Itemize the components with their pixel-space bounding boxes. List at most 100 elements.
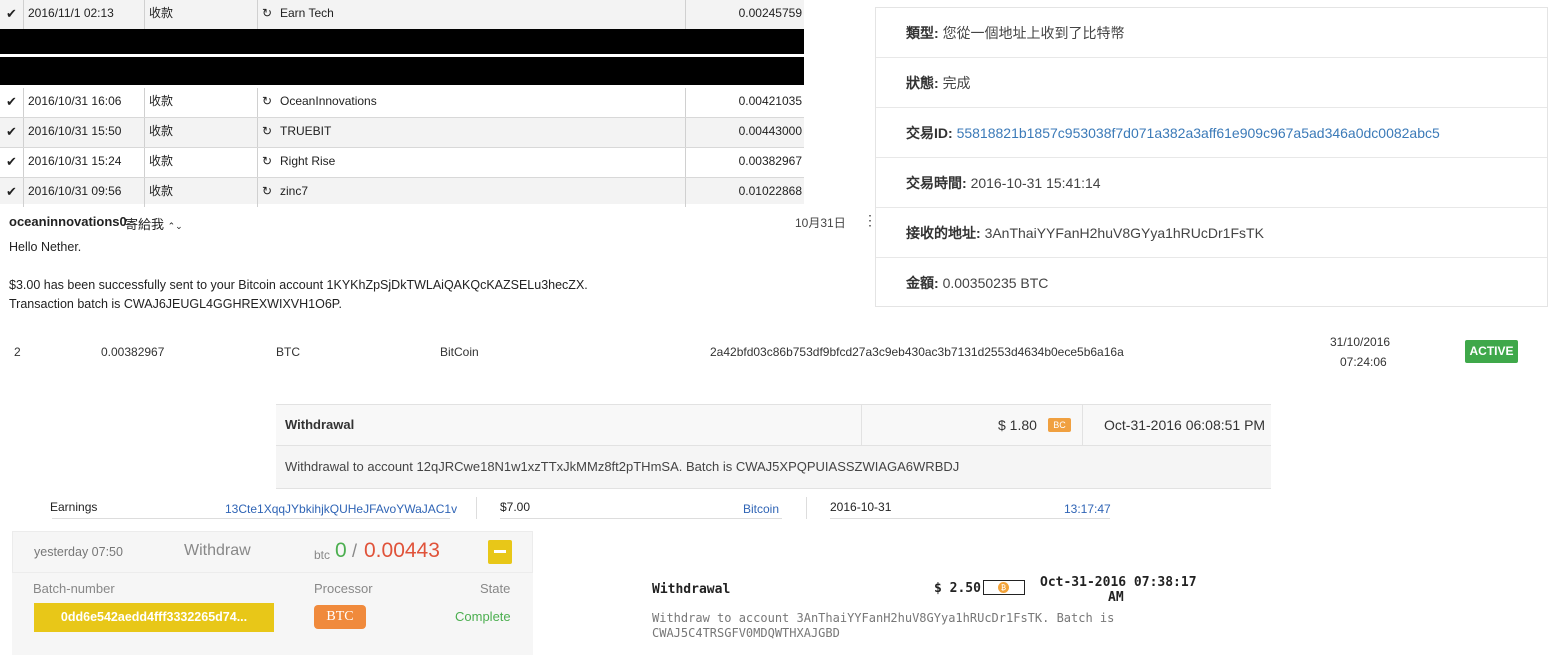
earnings-amount: $7.00 — [500, 500, 531, 514]
deposit-hash: 2a42bfd03c86b753df9bfcd27a3c9eb430ac3b71… — [710, 345, 1124, 359]
tx-date: 2016/10/31 09:56 — [24, 178, 145, 207]
detail-time: 交易時間: 2016-10-31 15:41:14 — [876, 158, 1547, 208]
earnings-method-link[interactable]: Bitcoin — [743, 502, 779, 516]
detail-value: 完成 — [942, 75, 971, 91]
withdrawal-panel: Withdrawal $ 2.50 ₿ Oct-31-2016 07:38:17… — [652, 574, 1212, 654]
deposit-date: 31/10/2016 — [1330, 335, 1391, 349]
tx-type: 收款 — [145, 88, 258, 117]
collapse-button[interactable] — [488, 540, 512, 564]
tx-amount: 0.00443000 — [738, 124, 802, 138]
return-arrow-icon: ↻ — [262, 6, 273, 20]
return-arrow-icon: ↻ — [262, 94, 273, 108]
bitcoin-icon: ₿ — [998, 582, 1009, 593]
earnings-date: 2016-10-31 — [830, 500, 892, 514]
more-options-icon[interactable]: ⋮ — [863, 212, 877, 229]
amount-separator: / — [352, 541, 358, 561]
detail-status: 狀態: 完成 — [876, 58, 1547, 108]
batch-number-field[interactable]: 0dd6e542aedd4fff3332265d74... — [34, 603, 274, 632]
divider — [476, 497, 477, 519]
detail-txid: 交易ID: 55818821b1857c953038f7d071a382a3af… — [876, 108, 1547, 158]
detail-amount: 金額: 0.00350235 BTC — [876, 258, 1547, 308]
email-sender[interactable]: oceaninnovations0 — [9, 214, 127, 229]
processor-badge: BTC — [314, 605, 366, 629]
detail-label: 狀態: — [906, 75, 939, 91]
withdraw-widget-body: Batch-number Processor State 0dd6e542aed… — [12, 573, 533, 655]
tx-date: 2016/10/31 15:50 — [24, 118, 145, 147]
table-row[interactable]: ✔ 2016/10/31 16:06 收款 ↻ OceanInnovations … — [0, 88, 804, 118]
batch-header: Batch-number — [33, 581, 115, 596]
email-recipient-label[interactable]: 寄給我 ⌃⌄ — [125, 214, 183, 233]
withdrawal-description: CWAJ5C4TRSGFV0MDQWTHXAJGBD — [652, 626, 840, 640]
checkmark-icon: ✔ — [0, 148, 24, 177]
withdrawal-amount: $ 2.50 — [934, 581, 981, 596]
detail-address: 接收的地址: 3AnThaiYYFanH2huV8GYya1hRUcDr1FsT… — [876, 208, 1547, 258]
tx-name-cell: ↻ Right Rise — [258, 148, 686, 177]
email-message: oceaninnovations0 寄給我 ⌃⌄ 10月31日 ⋮ Hello … — [9, 208, 877, 318]
bitcoin-badge: BC — [1048, 418, 1071, 432]
email-body-line: $3.00 has been successfully sent to your… — [9, 278, 588, 292]
redaction-bar — [0, 57, 804, 85]
detail-label: 交易ID: — [906, 125, 953, 141]
detail-value: 3AnThaiYYFanH2huV8GYya1hRUcDr1FsTK — [984, 225, 1264, 241]
earnings-label: Earnings — [50, 500, 98, 514]
detail-type: 類型: 您從一個地址上收到了比特幣 — [876, 8, 1547, 58]
txid-link[interactable]: 55818821b1857c953038f7d071a382a3aff61e90… — [957, 125, 1440, 141]
detail-label: 類型: — [906, 25, 939, 41]
earnings-time: 13:17:47 — [1064, 502, 1111, 516]
divider — [52, 518, 450, 519]
detail-value: 2016-10-31 15:41:14 — [970, 175, 1101, 191]
tx-amount: 0.01022868 — [738, 184, 802, 198]
divider — [1082, 405, 1083, 445]
processor-header: Processor — [314, 581, 373, 596]
divider — [830, 518, 1110, 519]
detail-value: 0.00350235 BTC — [942, 275, 1049, 291]
tx-date: 2016/11/1 02:13 — [24, 0, 145, 29]
table-row[interactable]: ✔ 2016/10/31 15:50 收款 ↻ TRUEBIT 0.0044300… — [0, 118, 804, 148]
email-body-line: Transaction batch is CWAJ6JEUGL4GGHREXWI… — [9, 297, 342, 311]
checkmark-icon: ✔ — [0, 88, 24, 117]
divider — [861, 405, 862, 445]
detail-value: 您從一個地址上收到了比特幣 — [942, 25, 1125, 41]
return-arrow-icon: ↻ — [262, 184, 273, 198]
tx-name: zinc7 — [280, 184, 309, 198]
detail-label: 交易時間: — [906, 175, 967, 191]
tx-name: TRUEBIT — [280, 124, 332, 138]
checkmark-icon: ✔ — [0, 178, 24, 207]
withdraw-amount: 0.00443 — [364, 539, 440, 562]
table-row[interactable]: ✔ 2016/10/31 15:24 收款 ↻ Right Rise 0.0038… — [0, 148, 804, 178]
transaction-details-panel: 類型: 您從一個地址上收到了比特幣 狀態: 完成 交易ID: 55818821b… — [875, 7, 1548, 307]
tx-date: 2016/10/31 15:24 — [24, 148, 145, 177]
table-row[interactable]: ✔ 2016/11/1 02:13 收款 ↻ Earn Tech 0.002457… — [0, 0, 804, 30]
withdrawal-datetime: Oct-31-2016 06:08:51 PM — [1104, 417, 1266, 433]
email-date: 10月31日 — [795, 216, 846, 230]
checkmark-icon: ✔ — [0, 0, 24, 29]
deposit-time: 07:24:06 — [1340, 355, 1387, 369]
deposit-index: 2 — [14, 345, 21, 359]
checkmark-icon: ✔ — [0, 118, 24, 147]
tx-type: 收款 — [145, 0, 258, 29]
withdrawal-datetime: Oct-31-2016 07:38:17 — [1040, 575, 1197, 590]
table-row[interactable]: ✔ 2016/10/31 09:56 收款 ↻ zinc7 0.01022868 — [0, 178, 804, 207]
tx-amount: 0.00382967 — [738, 154, 802, 168]
tx-name: Right Rise — [280, 154, 336, 168]
withdrawal-description: Withdraw to account 3AnThaiYYFanH2huV8GY… — [652, 611, 1115, 625]
chevron-updown-icon[interactable]: ⌃⌄ — [168, 221, 183, 231]
withdraw-time: yesterday 07:50 — [34, 545, 123, 559]
tx-amount: 0.00245759 — [738, 6, 802, 20]
withdraw-action: Withdraw — [184, 542, 251, 559]
withdrawal-body: Withdrawal to account 12qJRCwe18N1w1xzTT… — [276, 446, 1271, 489]
tx-type: 收款 — [145, 118, 258, 147]
detail-label: 接收的地址: — [906, 225, 981, 241]
tx-name: OceanInnovations — [280, 94, 377, 108]
redaction-bar — [0, 29, 804, 54]
divider — [806, 497, 807, 519]
earnings-address-link[interactable]: 13Cte1XqqJYbkihjkQUHeJFAvoYWaJAC1v — [225, 502, 457, 516]
email-greeting: Hello Nether. — [9, 240, 82, 254]
detail-label: 金額: — [906, 275, 939, 291]
tx-date: 2016/10/31 16:06 — [24, 88, 145, 117]
withdrawal-header: Withdrawal $ 1.80 BC Oct-31-2016 06:08:5… — [276, 405, 1271, 446]
withdrawal-title: Withdrawal — [285, 417, 355, 432]
withdrawal-description: Withdrawal to account 12qJRCwe18N1w1xzTT… — [285, 459, 960, 474]
tx-name-cell: ↻ zinc7 — [258, 178, 686, 207]
tx-type: 收款 — [145, 148, 258, 177]
